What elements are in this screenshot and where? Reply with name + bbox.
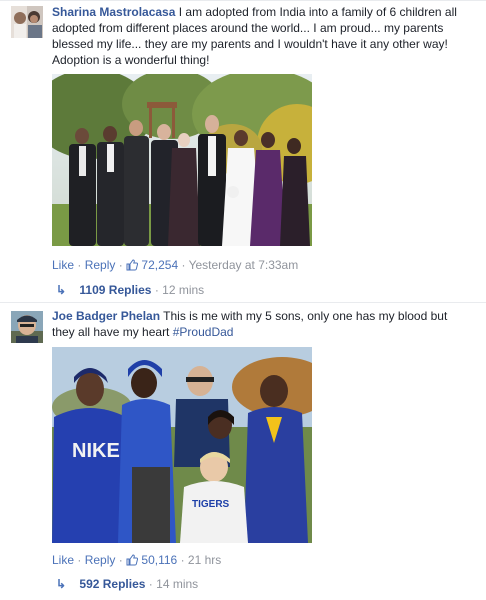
separator-dot: · bbox=[181, 258, 186, 272]
avatar[interactable] bbox=[11, 311, 43, 343]
like-link[interactable]: Like bbox=[52, 258, 74, 272]
replies-row[interactable]: ↳ 1109 Replies · 12 mins bbox=[56, 283, 204, 297]
like-count[interactable]: 72,254 bbox=[141, 258, 178, 272]
comment-author[interactable]: Sharina Mastrolacasa bbox=[52, 5, 175, 19]
comment-author[interactable]: Joe Badger Phelan bbox=[52, 309, 160, 323]
like-thumb-icon bbox=[126, 554, 139, 566]
reply-arrow-icon: ↳ bbox=[56, 283, 67, 297]
replies-time: 12 mins bbox=[162, 283, 205, 297]
replies-time: 14 mins bbox=[156, 577, 199, 591]
reply-arrow-icon: ↳ bbox=[56, 577, 67, 591]
comment-timestamp[interactable]: Yesterday at 7:33am bbox=[189, 258, 299, 272]
replies-count[interactable]: 592 Replies bbox=[79, 577, 145, 591]
shirt-text-tigers: TIGERS bbox=[192, 499, 230, 510]
comment-divider bbox=[0, 302, 486, 303]
like-thumb-icon bbox=[126, 259, 139, 271]
separator-dot: · bbox=[154, 283, 159, 297]
hashtag-link[interactable]: #ProudDad bbox=[173, 325, 234, 339]
top-divider bbox=[0, 0, 486, 1]
comment-timestamp[interactable]: 21 hrs bbox=[188, 553, 221, 567]
like-link[interactable]: Like bbox=[52, 553, 74, 567]
replies-row[interactable]: ↳ 592 Replies · 14 mins bbox=[56, 577, 198, 591]
separator-dot: · bbox=[77, 258, 82, 272]
separator-dot: · bbox=[148, 577, 153, 591]
comment-text: Sharina Mastrolacasa I am adopted from I… bbox=[52, 4, 472, 68]
shirt-text-nike: NIKE bbox=[72, 440, 120, 462]
separator-dot: · bbox=[77, 553, 82, 567]
avatar[interactable] bbox=[11, 6, 43, 38]
reply-link[interactable]: Reply bbox=[85, 258, 116, 272]
comment-actions: Like · Reply · 72,254 · Yesterday at 7:3… bbox=[52, 258, 298, 272]
comment-photo[interactable]: NIKE TIGERS bbox=[52, 347, 312, 543]
separator-dot: · bbox=[118, 258, 123, 272]
separator-dot: · bbox=[180, 553, 185, 567]
comment-photo[interactable] bbox=[52, 74, 312, 246]
separator-dot: · bbox=[118, 553, 123, 567]
comment-text: Joe Badger Phelan This is me with my 5 s… bbox=[52, 308, 472, 340]
reply-link[interactable]: Reply bbox=[85, 553, 116, 567]
replies-count[interactable]: 1109 Replies bbox=[79, 283, 151, 297]
comment-actions: Like · Reply · 50,116 · 21 hrs bbox=[52, 553, 221, 567]
like-count[interactable]: 50,116 bbox=[141, 553, 177, 567]
